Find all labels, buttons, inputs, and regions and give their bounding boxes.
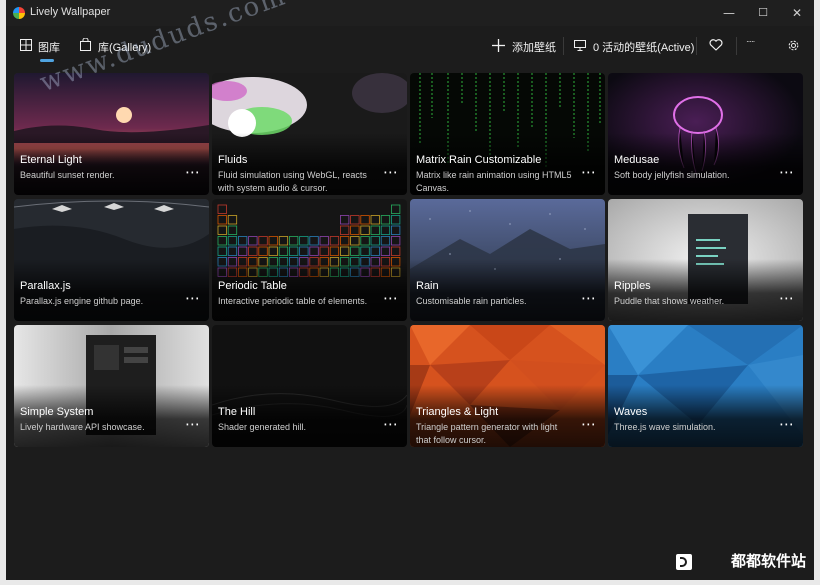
watermark-site-text: 都都软件站 — [730, 552, 806, 570]
wallpaper-description: Puddle that shows weather. — [614, 296, 725, 306]
wallpaper-title: Simple System — [20, 406, 94, 418]
wallpaper-title: The Hill — [218, 406, 256, 418]
wallpaper-card-triangles-light[interactable]: Triangles & Light Triangle pattern gener… — [410, 325, 605, 447]
wallpaper-title: Fluids — [218, 154, 248, 166]
close-button[interactable]: ✕ — [780, 0, 814, 26]
grid-icon — [20, 39, 32, 51]
more-icon[interactable]: ⋯ — [185, 415, 200, 433]
more-icon[interactable]: ⋯ — [581, 415, 596, 433]
wallpaper-card-periodic-table[interactable]: Periodic Table Interactive periodic tabl… — [212, 199, 407, 321]
active-wallpapers-button[interactable]: 0 活动的壁纸(Active) — [574, 26, 694, 66]
wallpaper-title: Ripples — [614, 280, 651, 292]
wallpaper-card-ripples[interactable]: Ripples Puddle that shows weather. ⋯ — [608, 199, 803, 321]
caption-shade — [410, 259, 605, 321]
add-wallpaper-button[interactable]: 添加壁纸 — [492, 26, 556, 66]
app-window: Lively Wallpaper — ☐ ✕ 图库 库(Gallery) 添加壁… — [6, 0, 814, 580]
toolbar-divider — [696, 37, 697, 55]
wallpaper-grid: Eternal Light Beautiful sunset render. ⋯… — [14, 73, 806, 451]
wallpaper-description: Fluid simulation using WebGL, reacts wit… — [218, 170, 367, 193]
more-icon[interactable]: ⋯ — [779, 415, 794, 433]
maximize-button[interactable]: ☐ — [746, 0, 780, 26]
plus-icon — [492, 39, 505, 52]
wallpaper-card-waves[interactable]: Waves Three.js wave simulation. ⋯ — [608, 325, 803, 447]
wallpaper-description: Parallax.js engine github page. — [20, 296, 144, 306]
active-tab-indicator — [40, 59, 54, 62]
wallpaper-title: Rain — [416, 280, 439, 292]
minimize-button[interactable]: — — [712, 0, 746, 26]
wallpaper-description: Matrix like rain animation using HTML5 C… — [416, 170, 572, 193]
wallpaper-description: Triangle pattern generator with light th… — [416, 422, 558, 445]
toolbar-divider — [736, 37, 737, 55]
wallpaper-description: Beautiful sunset render. — [20, 170, 115, 180]
wallpaper-description: Interactive periodic table of elements. — [218, 296, 368, 306]
wallpaper-card-medusae[interactable]: Medusae Soft body jellyfish simulation. … — [608, 73, 803, 195]
gear-icon — [788, 40, 799, 51]
more-icon[interactable]: ⋯ — [383, 289, 398, 307]
more-icon[interactable]: ⋯ — [185, 289, 200, 307]
wallpaper-title: Matrix Rain Customizable — [416, 154, 542, 166]
wallpaper-title: Parallax.js — [20, 280, 71, 292]
more-icon[interactable]: ⋯ — [779, 163, 794, 181]
wallpaper-card-simple-system[interactable]: Simple System Lively hardware API showca… — [14, 325, 209, 447]
wallpaper-title: Medusae — [614, 154, 660, 166]
wallpaper-card-parallax[interactable]: Parallax.js Parallax.js engine github pa… — [14, 199, 209, 321]
wallpaper-description: Lively hardware API showcase. — [20, 422, 145, 432]
app-logo-icon — [13, 7, 25, 19]
more-options-button[interactable]: ····· — [746, 26, 766, 66]
more-icon[interactable]: ⋯ — [383, 415, 398, 433]
wallpaper-description: Three.js wave simulation. — [614, 422, 716, 432]
title-bar[interactable]: Lively Wallpaper — ☐ ✕ — [6, 0, 814, 26]
tab-label: 图库 — [38, 42, 60, 54]
app-title: Lively Wallpaper — [30, 6, 111, 18]
wallpaper-description: Shader generated hill. — [218, 422, 307, 432]
site-logo-icon — [676, 554, 692, 570]
wallpaper-card-the-hill[interactable]: The Hill Shader generated hill. ⋯ — [212, 325, 407, 447]
more-icon[interactable]: ⋯ — [581, 289, 596, 307]
wallpaper-description: Soft body jellyfish simulation. — [614, 170, 730, 180]
bag-icon — [80, 38, 91, 51]
more-dots-icon: ····· — [746, 37, 755, 46]
more-icon[interactable]: ⋯ — [779, 289, 794, 307]
wallpaper-card-matrix-rain[interactable]: Matrix Rain Customizable Matrix like rai… — [410, 73, 605, 195]
wallpaper-title: Triangles & Light — [416, 406, 499, 418]
wallpaper-card-fluids[interactable]: Fluids Fluid simulation using WebGL, rea… — [212, 73, 407, 195]
wallpaper-title: Eternal Light — [20, 154, 82, 166]
wallpaper-title: Waves — [614, 406, 648, 418]
wallpaper-card-rain[interactable]: Rain Customisable rain particles. ⋯ — [410, 199, 605, 321]
more-icon[interactable]: ⋯ — [383, 163, 398, 181]
heart-icon — [709, 39, 723, 51]
favorite-button[interactable] — [708, 26, 724, 66]
toolbar-divider — [563, 37, 564, 55]
more-icon[interactable]: ⋯ — [185, 163, 200, 181]
settings-button[interactable] — [787, 26, 803, 66]
wallpaper-description: Customisable rain particles. — [416, 296, 527, 306]
monitor-icon — [574, 40, 586, 51]
more-icon[interactable]: ⋯ — [581, 163, 596, 181]
wallpaper-title: Periodic Table — [218, 280, 287, 292]
add-wallpaper-label: 添加壁纸 — [512, 42, 556, 54]
active-wallpapers-label: 0 活动的壁纸(Active) — [593, 42, 695, 54]
